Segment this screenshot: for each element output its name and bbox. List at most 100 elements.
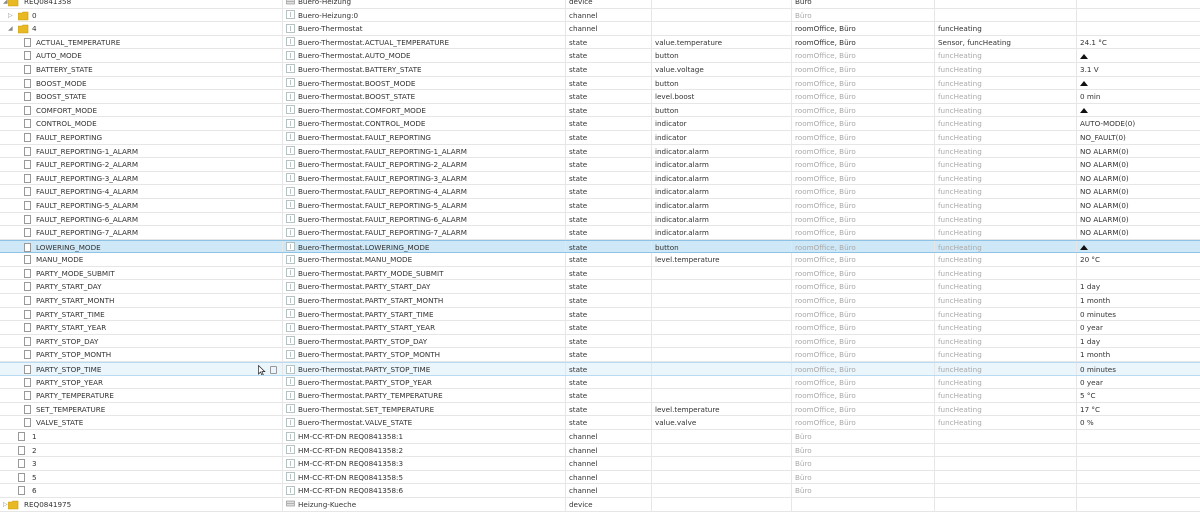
object-id-cell[interactable]: PARTY_STOP_YEAR [0, 375, 283, 389]
object-id-cell[interactable]: AUTO_MODE [0, 49, 283, 62]
object-id-cell[interactable]: PARTY_STOP_TIME [0, 363, 283, 375]
object-name-cell[interactable]: Buero-Thermostat.SET_TEMPERATURE [283, 402, 566, 416]
object-name-cell[interactable]: Buero-Thermostat.FAULT_REPORTING-5_ALARM [283, 198, 566, 212]
object-rooms-cell[interactable]: roomOffice, Büro [792, 389, 935, 402]
object-functions-cell[interactable]: funcHeating [935, 348, 1077, 362]
tree-row[interactable]: PARTY_START_DAY Buero-Thermostat.PARTY_ST… [0, 280, 1200, 295]
object-id-cell[interactable]: ▷ 0 [0, 8, 283, 22]
object-functions-cell[interactable]: funcHeating [935, 253, 1077, 266]
object-rooms-cell[interactable]: roomOffice, Büro [792, 22, 935, 35]
object-id-cell[interactable]: PARTY_STOP_MONTH [0, 348, 283, 362]
object-name-cell[interactable]: Buero-Thermostat.BATTERY_STATE [283, 62, 566, 76]
tree-row[interactable]: PARTY_MODE_SUBMIT Buero-Thermostat.PARTY_… [0, 266, 1200, 281]
object-rooms-cell[interactable]: roomOffice, Büro [792, 171, 935, 185]
object-rooms-cell[interactable]: Büro [792, 8, 935, 22]
object-name-cell[interactable]: HM-CC-RT-DN REQ0841358:1 [283, 430, 566, 443]
object-rooms-cell[interactable]: roomOffice, Büro [792, 334, 935, 348]
object-id-cell[interactable]: PARTY_START_YEAR [0, 321, 283, 334]
object-rooms-cell[interactable]: roomOffice, Büro [792, 321, 935, 334]
tree-row[interactable]: FAULT_REPORTING-6_ALARM Buero-Thermostat.… [0, 212, 1200, 227]
object-name-cell[interactable]: Buero-Thermostat.BOOST_MODE [283, 76, 566, 90]
object-functions-cell[interactable]: funcHeating [935, 363, 1077, 375]
object-functions-cell[interactable]: funcHeating [935, 117, 1077, 130]
tree-row[interactable]: FAULT_REPORTING-5_ALARM Buero-Thermostat.… [0, 198, 1200, 213]
object-functions-cell[interactable]: funcHeating [935, 171, 1077, 185]
object-rooms-cell[interactable]: roomOffice, Büro [792, 294, 935, 307]
tree-row[interactable]: ▷ REQ0841975 Heizung-Kueche device [0, 497, 1200, 512]
object-id-cell[interactable]: FAULT_REPORTING-4_ALARM [0, 185, 283, 198]
object-functions-cell[interactable]: funcHeating [935, 375, 1077, 389]
object-rooms-cell[interactable]: roomOffice, Büro [792, 35, 935, 49]
object-rooms-cell[interactable]: roomOffice, Büro [792, 253, 935, 266]
object-name-cell[interactable]: Buero-Thermostat.FAULT_REPORTING-7_ALARM [283, 226, 566, 239]
object-id-cell[interactable]: PARTY_START_TIME [0, 307, 283, 321]
object-rooms-cell[interactable]: roomOffice, Büro [792, 375, 935, 389]
object-functions-cell[interactable] [935, 484, 1077, 497]
object-name-cell[interactable]: HM-CC-RT-DN REQ0841358:6 [283, 484, 566, 497]
object-functions-cell[interactable] [935, 457, 1077, 470]
object-rooms-cell[interactable]: roomOffice, Büro [792, 130, 935, 144]
tree-row[interactable]: ◢ 4 Buero-Thermostat channel roomOffice, Bür… [0, 22, 1200, 36]
object-rooms-cell[interactable]: roomOffice, Büro [792, 280, 935, 294]
object-functions-cell[interactable]: funcHeating [935, 416, 1077, 429]
object-functions-cell[interactable]: funcHeating [935, 226, 1077, 239]
tree-row[interactable]: FAULT_REPORTING-2_ALARM Buero-Thermostat.… [0, 158, 1200, 172]
object-id-cell[interactable]: FAULT_REPORTING-5_ALARM [0, 198, 283, 212]
object-name-cell[interactable]: Heizung-Kueche [283, 497, 566, 511]
object-rooms-cell[interactable]: roomOffice, Büro [792, 158, 935, 171]
object-id-cell[interactable]: 1 [0, 430, 283, 443]
collapse-arrow-icon[interactable]: ▷ [3, 498, 8, 511]
object-functions-cell[interactable]: funcHeating [935, 402, 1077, 416]
object-id-cell[interactable]: ▷ REQ0841975 [0, 497, 283, 511]
tree-row[interactable]: COMFORT_MODE Buero-Thermostat.COMFORT_MOD… [0, 103, 1200, 118]
tree-row[interactable]: ▷ 0 Buero-Heizung:0 channel Büro [0, 8, 1200, 23]
object-id-cell[interactable]: 5 [0, 470, 283, 484]
object-rooms-cell[interactable]: roomOffice, Büro [792, 76, 935, 90]
object-rooms-cell[interactable]: roomOffice, Büro [792, 103, 935, 117]
object-functions-cell[interactable]: funcHeating [935, 62, 1077, 76]
tree-row[interactable]: PARTY_STOP_DAY Buero-Thermostat.PARTY_STO… [0, 334, 1200, 349]
object-id-cell[interactable]: FAULT_REPORTING-2_ALARM [0, 158, 283, 171]
object-id-cell[interactable]: PARTY_TEMPERATURE [0, 389, 283, 402]
tree-row[interactable]: 6 HM-CC-RT-DN REQ0841358:6 channel Büro [0, 484, 1200, 498]
object-functions-cell[interactable] [935, 8, 1077, 22]
object-name-cell[interactable]: Buero-Thermostat.PARTY_START_MONTH [283, 294, 566, 307]
object-id-cell[interactable]: LOWERING_MODE [0, 240, 283, 253]
object-functions-cell[interactable]: funcHeating [935, 240, 1077, 253]
object-name-cell[interactable]: Buero-Heizung:0 [283, 8, 566, 22]
object-rooms-cell[interactable]: roomOffice, Büro [792, 62, 935, 76]
object-id-cell[interactable]: PARTY_MODE_SUBMIT [0, 266, 283, 280]
object-name-cell[interactable]: Buero-Thermostat.PARTY_TEMPERATURE [283, 389, 566, 402]
tree-row[interactable]: FAULT_REPORTING-4_ALARM Buero-Thermostat.… [0, 185, 1200, 199]
object-name-cell[interactable]: Buero-Thermostat.MANU_MODE [283, 253, 566, 266]
object-rooms-cell[interactable]: roomOffice, Büro [792, 307, 935, 321]
object-id-cell[interactable]: FAULT_REPORTING-7_ALARM [0, 226, 283, 239]
object-functions-cell[interactable]: funcHeating [935, 130, 1077, 144]
object-rooms-cell[interactable]: roomOffice, Büro [792, 266, 935, 280]
object-functions-cell[interactable]: funcHeating [935, 280, 1077, 294]
object-functions-cell[interactable]: funcHeating [935, 307, 1077, 321]
tree-row[interactable]: AUTO_MODE Buero-Thermostat.AUTO_MODE state… [0, 49, 1200, 63]
object-id-cell[interactable]: PARTY_START_DAY [0, 280, 283, 294]
object-functions-cell[interactable]: Sensor, funcHeating [935, 35, 1077, 49]
object-name-cell[interactable]: Buero-Thermostat.PARTY_MODE_SUBMIT [283, 266, 566, 280]
tree-row[interactable]: BATTERY_STATE Buero-Thermostat.BATTERY_ST… [0, 62, 1200, 77]
tree-row[interactable]: 1 HM-CC-RT-DN REQ0841358:1 channel Büro [0, 430, 1200, 444]
tree-row[interactable]: VALVE_STATE Buero-Thermostat.VALVE_STATE s… [0, 416, 1200, 430]
object-rooms-cell[interactable]: Büro [792, 470, 935, 484]
tree-row[interactable]: PARTY_STOP_TIME Buero-Thermostat.PARTY_ST… [0, 362, 1200, 376]
object-value-cell[interactable] [1077, 241, 1200, 253]
tree-row[interactable]: FAULT_REPORTING-3_ALARM Buero-Thermostat.… [0, 171, 1200, 186]
object-name-cell[interactable]: Buero-Thermostat.ACTUAL_TEMPERATURE [283, 35, 566, 49]
object-id-cell[interactable]: BATTERY_STATE [0, 62, 283, 76]
object-rooms-cell[interactable]: roomOffice, Büro [792, 198, 935, 212]
object-functions-cell[interactable]: funcHeating [935, 198, 1077, 212]
object-name-cell[interactable]: HM-CC-RT-DN REQ0841358:5 [283, 470, 566, 484]
trigger-button-icon[interactable] [1080, 81, 1088, 87]
object-name-cell[interactable]: Buero-Thermostat.PARTY_STOP_DAY [283, 334, 566, 348]
object-name-cell[interactable]: Buero-Thermostat.FAULT_REPORTING-4_ALARM [283, 185, 566, 198]
object-functions-cell[interactable]: funcHeating [935, 321, 1077, 334]
object-id-cell[interactable]: FAULT_REPORTING-6_ALARM [0, 212, 283, 226]
object-functions-cell[interactable] [935, 497, 1077, 511]
object-name-cell[interactable]: Buero-Thermostat.FAULT_REPORTING-3_ALARM [283, 171, 566, 185]
